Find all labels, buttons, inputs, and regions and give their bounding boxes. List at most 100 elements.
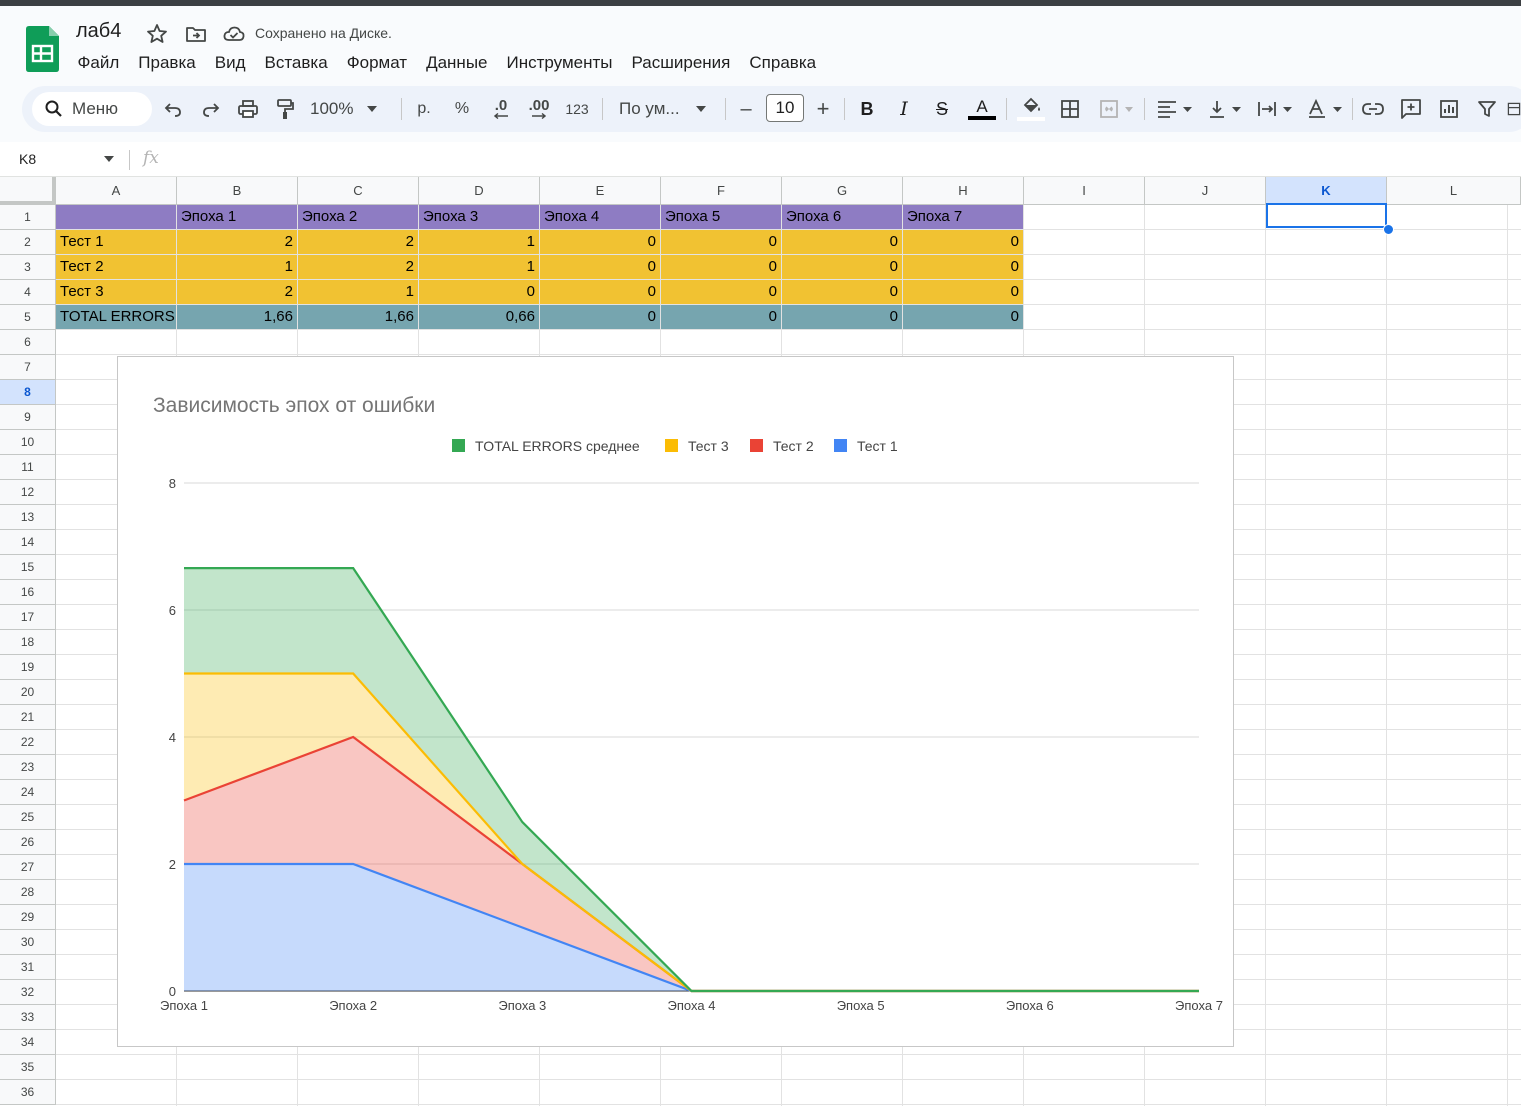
row-header-35[interactable]: 35 bbox=[0, 1055, 56, 1080]
horizontal-align-button[interactable] bbox=[1154, 86, 1194, 132]
row-header-9[interactable]: 9 bbox=[0, 405, 56, 430]
cell-a1[interactable] bbox=[56, 205, 177, 230]
column-header-k[interactable]: K bbox=[1266, 177, 1387, 205]
fill-handle[interactable] bbox=[1383, 224, 1394, 235]
cell-d4[interactable]: 0 bbox=[419, 280, 540, 305]
cell-e2[interactable]: 0 bbox=[540, 230, 661, 255]
row-header-6[interactable]: 6 bbox=[0, 330, 56, 355]
cell-f4[interactable]: 0 bbox=[661, 280, 782, 305]
cell-b1[interactable]: Эпоха 1 bbox=[177, 205, 298, 230]
row-header-26[interactable]: 26 bbox=[0, 830, 56, 855]
row-header-19[interactable]: 19 bbox=[0, 655, 56, 680]
menu-view[interactable]: Вид bbox=[205, 51, 255, 75]
column-header-c[interactable]: C bbox=[298, 177, 419, 205]
menu-edit[interactable]: Правка bbox=[129, 51, 205, 75]
cell-h1[interactable]: Эпоха 7 bbox=[903, 205, 1024, 230]
cell-h4[interactable]: 0 bbox=[903, 280, 1024, 305]
cell-d5[interactable]: 0,66 bbox=[419, 305, 540, 330]
cell-d2[interactable]: 1 bbox=[419, 230, 540, 255]
name-box[interactable]: K8 bbox=[19, 151, 36, 167]
star-icon[interactable] bbox=[145, 22, 169, 46]
cell-d1[interactable]: Эпоха 3 bbox=[419, 205, 540, 230]
row-header-12[interactable]: 12 bbox=[0, 480, 56, 505]
cell-h3[interactable]: 0 bbox=[903, 255, 1024, 280]
row-header-24[interactable]: 24 bbox=[0, 780, 56, 805]
move-folder-icon[interactable] bbox=[184, 22, 208, 46]
increase-font-size-button[interactable]: + bbox=[812, 86, 834, 132]
cell-c1[interactable]: Эпоха 2 bbox=[298, 205, 419, 230]
menu-file[interactable]: Файл bbox=[68, 51, 129, 75]
column-header-e[interactable]: E bbox=[540, 177, 661, 205]
row-header-15[interactable]: 15 bbox=[0, 555, 56, 580]
cell-f1[interactable]: Эпоха 5 bbox=[661, 205, 782, 230]
row-header-4[interactable]: 4 bbox=[0, 280, 56, 305]
row-header-16[interactable]: 16 bbox=[0, 580, 56, 605]
vertical-align-button[interactable] bbox=[1204, 86, 1244, 132]
bold-button[interactable]: B bbox=[855, 86, 879, 132]
row-header-10[interactable]: 10 bbox=[0, 430, 56, 455]
document-title[interactable]: лаб4 bbox=[76, 20, 121, 43]
row-header-31[interactable]: 31 bbox=[0, 955, 56, 980]
cell-f5[interactable]: 0 bbox=[661, 305, 782, 330]
row-header-33[interactable]: 33 bbox=[0, 1005, 56, 1030]
cell-f2[interactable]: 0 bbox=[661, 230, 782, 255]
text-wrap-button[interactable] bbox=[1254, 86, 1294, 132]
cell-c2[interactable]: 2 bbox=[298, 230, 419, 255]
cell-g3[interactable]: 0 bbox=[782, 255, 903, 280]
column-header-j[interactable]: J bbox=[1145, 177, 1266, 205]
decrease-font-size-button[interactable]: – bbox=[735, 86, 757, 132]
row-header-32[interactable]: 32 bbox=[0, 980, 56, 1005]
percent-format-button[interactable]: % bbox=[450, 86, 474, 132]
currency-format-button[interactable]: р. bbox=[412, 86, 436, 132]
borders-button[interactable] bbox=[1057, 86, 1083, 132]
row-header-28[interactable]: 28 bbox=[0, 880, 56, 905]
decrease-decimal-button[interactable]: .0 bbox=[488, 86, 514, 132]
sheets-logo-icon[interactable] bbox=[26, 26, 59, 72]
selected-cell-outline[interactable] bbox=[1266, 203, 1387, 228]
row-header-18[interactable]: 18 bbox=[0, 630, 56, 655]
cell-g5[interactable]: 0 bbox=[782, 305, 903, 330]
cell-b5[interactable]: 1,66 bbox=[177, 305, 298, 330]
cell-c3[interactable]: 2 bbox=[298, 255, 419, 280]
font-select[interactable]: По ум... bbox=[619, 86, 715, 132]
fill-color-button[interactable] bbox=[1016, 86, 1046, 132]
menu-help[interactable]: Справка bbox=[740, 51, 826, 75]
row-header-21[interactable]: 21 bbox=[0, 705, 56, 730]
row-header-29[interactable]: 29 bbox=[0, 905, 56, 930]
insert-link-button[interactable] bbox=[1360, 86, 1386, 132]
zoom-select[interactable]: 100% bbox=[310, 86, 386, 132]
filter-views-button[interactable] bbox=[1507, 86, 1521, 132]
insert-comment-button[interactable] bbox=[1398, 86, 1424, 132]
increase-decimal-button[interactable]: .00 bbox=[525, 86, 553, 132]
menu-data[interactable]: Данные bbox=[417, 51, 497, 75]
strikethrough-button[interactable]: S bbox=[930, 86, 954, 132]
menu-format[interactable]: Формат bbox=[337, 51, 416, 75]
row-header-22[interactable]: 22 bbox=[0, 730, 56, 755]
cell-e4[interactable]: 0 bbox=[540, 280, 661, 305]
row-header-25[interactable]: 25 bbox=[0, 805, 56, 830]
cell-a3[interactable]: Тест 2 bbox=[56, 255, 177, 280]
cell-d3[interactable]: 1 bbox=[419, 255, 540, 280]
column-header-l[interactable]: L bbox=[1387, 177, 1521, 205]
cell-e1[interactable]: Эпоха 4 bbox=[540, 205, 661, 230]
select-all-corner[interactable] bbox=[0, 177, 56, 205]
cell-e5[interactable]: 0 bbox=[540, 305, 661, 330]
redo-button[interactable] bbox=[198, 86, 224, 132]
column-header-a[interactable]: A bbox=[56, 177, 177, 205]
formula-input[interactable] bbox=[172, 146, 1512, 172]
paint-format-button[interactable] bbox=[272, 86, 298, 132]
row-header-30[interactable]: 30 bbox=[0, 930, 56, 955]
row-header-36[interactable]: 36 bbox=[0, 1080, 56, 1105]
cell-a2[interactable]: Тест 1 bbox=[56, 230, 177, 255]
cell-b3[interactable]: 1 bbox=[177, 255, 298, 280]
row-header-17[interactable]: 17 bbox=[0, 605, 56, 630]
undo-button[interactable] bbox=[160, 86, 186, 132]
column-header-b[interactable]: B bbox=[177, 177, 298, 205]
dropdown-arrow-icon[interactable] bbox=[104, 156, 114, 162]
column-header-f[interactable]: F bbox=[661, 177, 782, 205]
filter-button[interactable] bbox=[1474, 86, 1500, 132]
row-header-1[interactable]: 1 bbox=[0, 205, 56, 230]
cell-h2[interactable]: 0 bbox=[903, 230, 1024, 255]
cell-c4[interactable]: 1 bbox=[298, 280, 419, 305]
insert-chart-button[interactable] bbox=[1436, 86, 1462, 132]
